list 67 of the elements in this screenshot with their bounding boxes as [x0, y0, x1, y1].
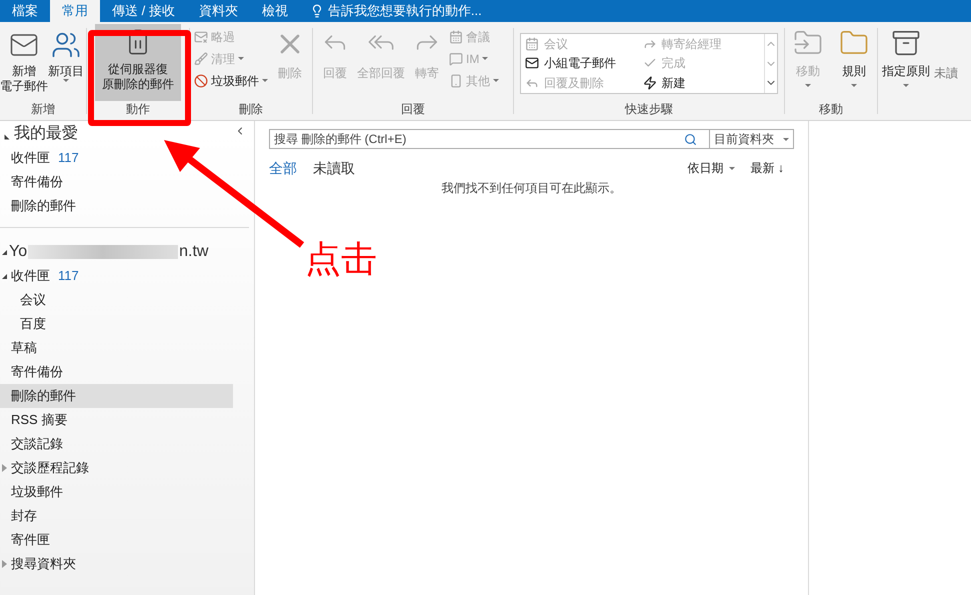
ribbon-icon [194, 74, 208, 88]
new-mail-button[interactable]: 新增 電子郵件 [0, 22, 48, 101]
ribbon-icon [194, 52, 208, 66]
empty-message: 我們找不到任何項目可在此顯示。 [440, 180, 622, 197]
caret-icon [805, 84, 811, 87]
unread-button[interactable]: 未讀 [930, 22, 958, 82]
favorites-heading[interactable]: 我的最愛 [14, 122, 78, 146]
assign-policy-button[interactable]: 指定原則 [882, 22, 930, 120]
caret-icon [851, 84, 857, 87]
tell-me-button[interactable]: 告訴我您想要執行的動作... [300, 0, 492, 22]
sort-order-button[interactable]: 最新 ↓ [750, 159, 784, 177]
group-label: 回覆 [400, 101, 426, 118]
folder-item[interactable]: 草稿 [0, 336, 233, 360]
favorite-folder[interactable]: 寄件備份 [0, 170, 254, 194]
account-name-end[interactable]: n.tw [179, 240, 208, 264]
folder-item[interactable]: 搜尋資料夾 [0, 552, 233, 576]
ribbon-tab[interactable]: 資料夾 [186, 0, 250, 22]
folder-item[interactable]: 交談記錄 [0, 432, 233, 456]
subfolder-item[interactable]: 会议 [0, 288, 233, 312]
subfolder-item[interactable]: 百度 [0, 312, 233, 336]
search-scope-dropdown[interactable]: 目前資料夾 [709, 130, 793, 148]
click-annotation: 点击 [305, 238, 377, 282]
ribbon-icon [449, 52, 463, 66]
unread-count: 117 [58, 267, 79, 286]
quick-step-item[interactable]: 新建 [642, 73, 760, 93]
ribbon-tab[interactable]: 常用 [50, 0, 100, 22]
group-label: 快速步驟 [624, 101, 674, 118]
ribbon-small-button[interactable]: 垃圾郵件 [194, 71, 268, 90]
folder-item[interactable]: 交談歷程記錄 [0, 456, 233, 480]
sort-dropdown[interactable]: 依日期 [688, 159, 735, 177]
account-name-start[interactable]: Yo [9, 240, 28, 264]
filter-tab[interactable]: 全部 [269, 158, 297, 178]
group-label: 移動 [818, 101, 844, 118]
unread-count: 117 [58, 149, 79, 168]
ribbon-tab[interactable]: 檢視 [250, 0, 300, 22]
group-label: 新增 [30, 101, 56, 118]
quick-step-icon [525, 36, 539, 51]
quick-step-icon [525, 56, 539, 70]
new-items-button[interactable]: 新項目 [48, 22, 84, 101]
expand-arrow-icon[interactable] [2, 250, 7, 254]
group-label: 動作 [125, 101, 151, 118]
favorite-folder[interactable]: 收件匣 117 [0, 146, 254, 170]
quick-step-icon [642, 76, 656, 90]
quick-step-item[interactable]: 小組電子郵件 [525, 54, 642, 74]
filter-tab[interactable]: 未讀取 [313, 158, 355, 178]
restore-deleted-button[interactable]: 從伺服器復 原刪除的郵件 [95, 24, 181, 101]
folder-item[interactable]: 寄件備份 [0, 360, 233, 384]
move-group-button[interactable]: 規則 [839, 22, 869, 101]
ribbon-tab[interactable]: 檔案 [0, 0, 50, 22]
search-icon [684, 132, 697, 146]
ribbon-tab[interactable]: 傳送 / 接收 [100, 0, 187, 22]
folder-item[interactable]: RSS 摘要 [0, 408, 233, 432]
search-field[interactable]: 搜尋 刪除的郵件 (Ctrl+E) 目前資料夾 [269, 129, 794, 149]
caret-icon [783, 138, 789, 140]
caret-icon [903, 84, 909, 87]
caret-icon [728, 166, 735, 170]
ribbon-icon [449, 30, 463, 44]
ribbon-icon [194, 30, 208, 44]
group-label: 刪除 [238, 101, 264, 118]
folder-item[interactable]: 寄件匣 [0, 528, 233, 552]
folder-item[interactable]: 刪除的郵件 [0, 384, 233, 408]
collapse-arrow-icon[interactable] [2, 274, 7, 278]
folder-item[interactable]: 收件匣 117 [0, 264, 233, 288]
ribbon-icon [449, 74, 463, 88]
favorite-folder[interactable]: 刪除的郵件 [0, 194, 254, 218]
folder-item[interactable]: 封存 [0, 504, 233, 528]
folder-item[interactable]: 垃圾郵件 [0, 480, 233, 504]
